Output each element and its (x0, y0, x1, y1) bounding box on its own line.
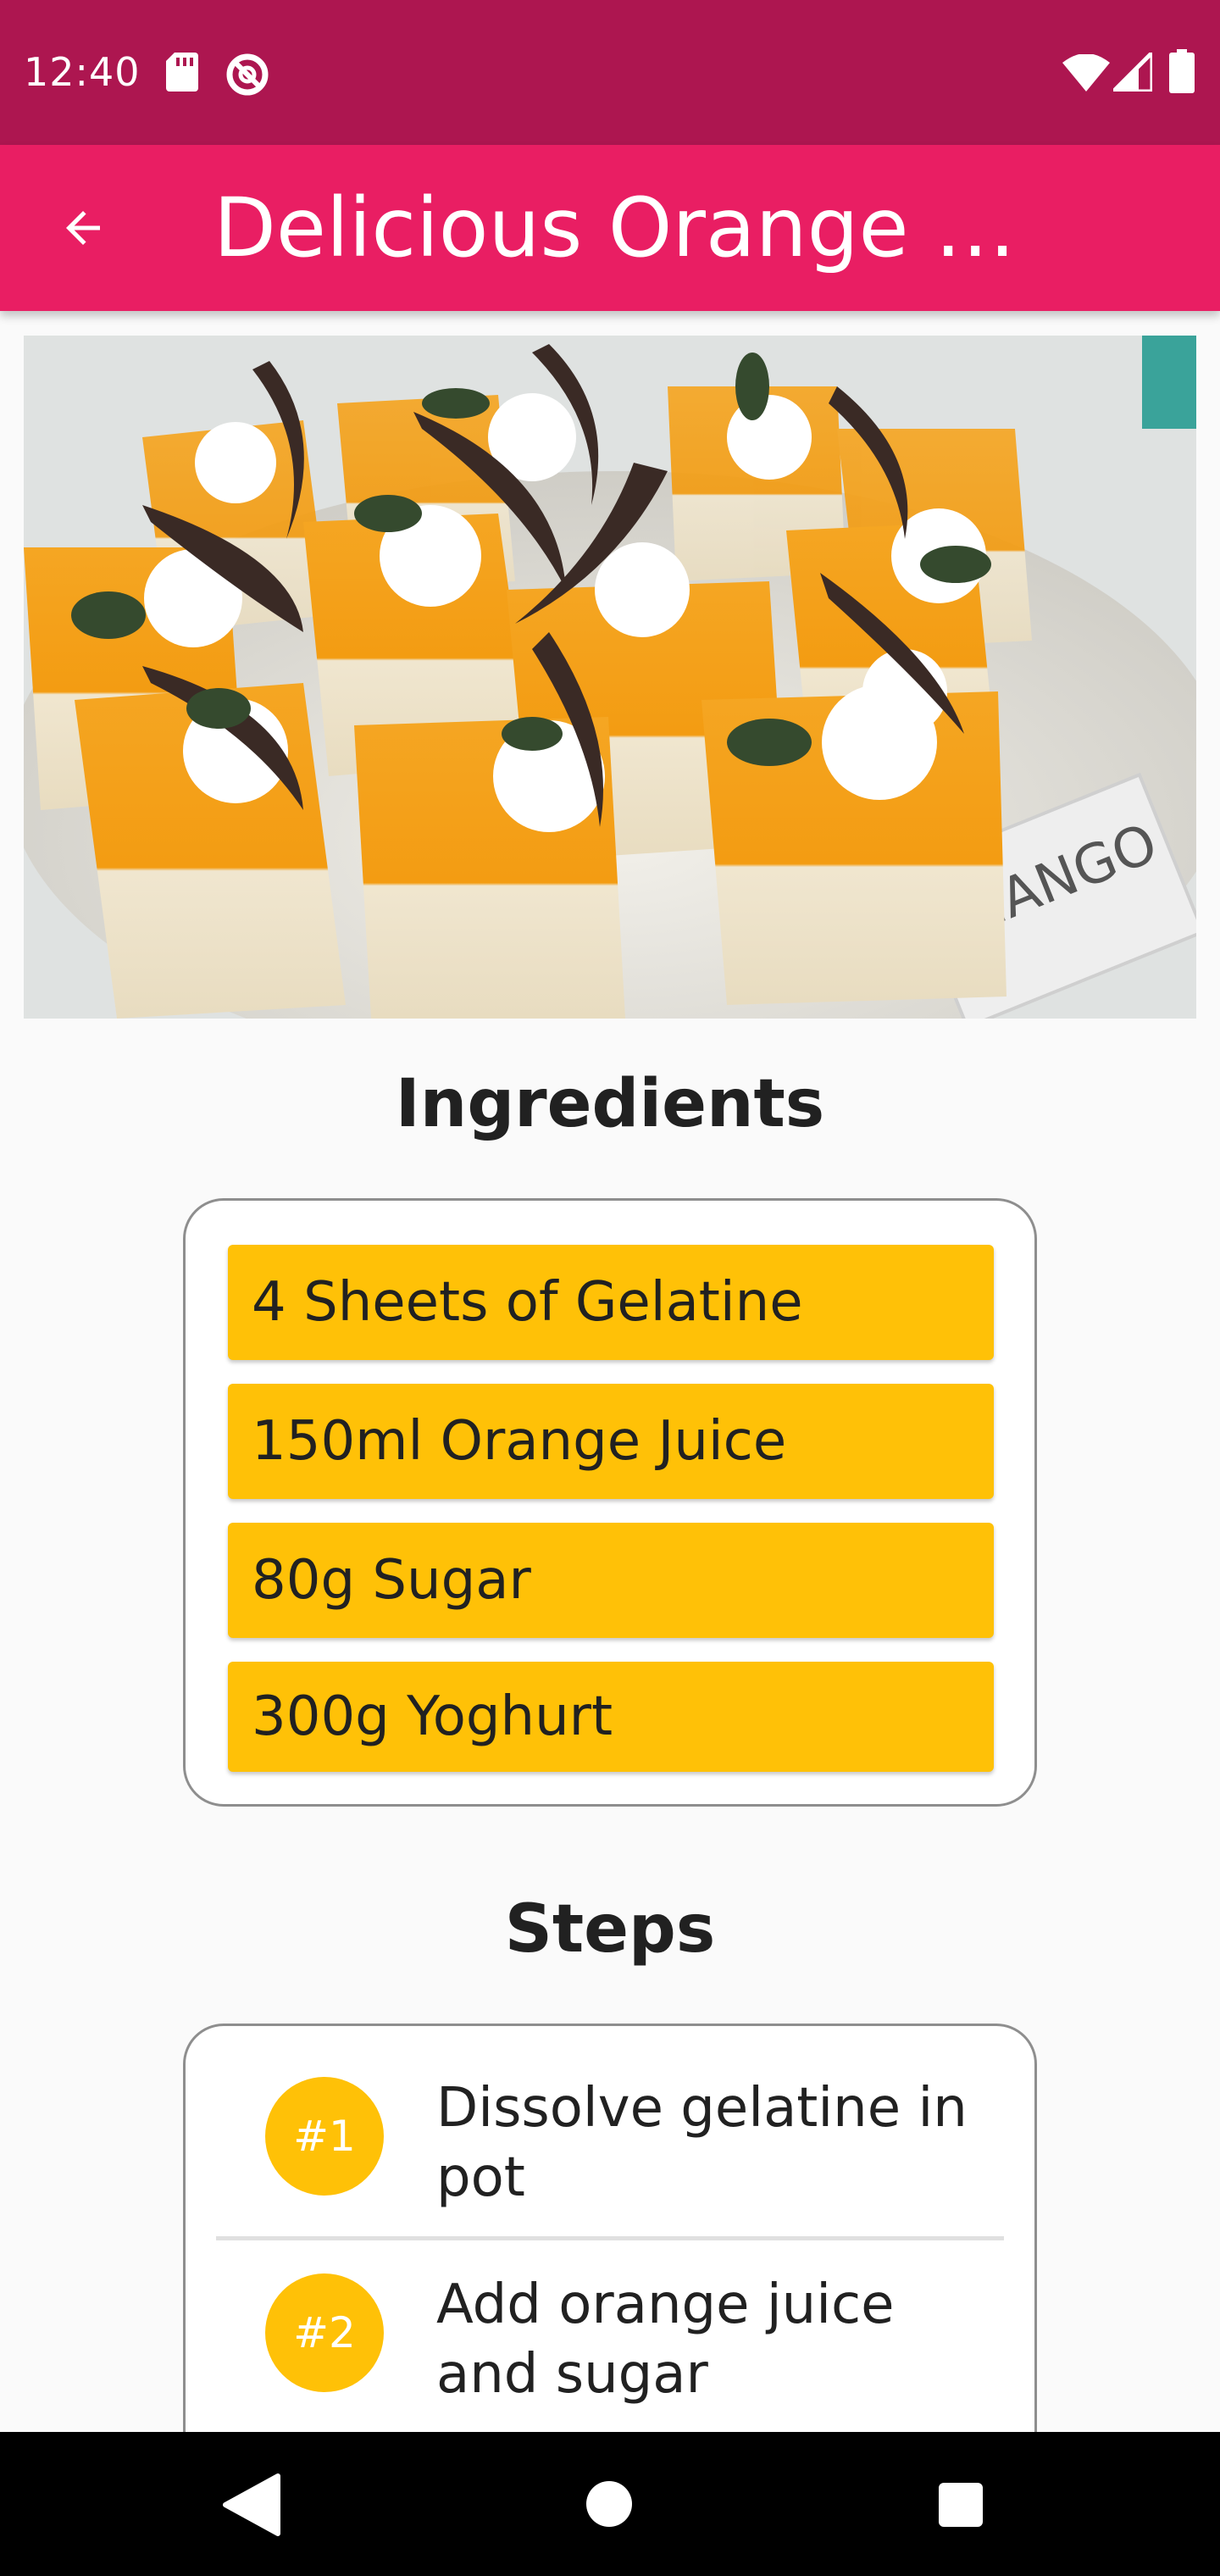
status-time: 12:40 (24, 49, 141, 95)
nav-back-icon[interactable] (222, 2473, 281, 2537)
battery-icon (1169, 49, 1195, 93)
step-number-badge: #2 (265, 2273, 384, 2392)
app-bar: Delicious Orange … (0, 145, 1220, 311)
nav-home-icon[interactable] (586, 2481, 632, 2527)
arrow-back-icon (66, 211, 100, 245)
ingredient-item: 150ml Orange Juice (228, 1384, 994, 1499)
status-bar: 12:40 (0, 0, 1220, 145)
ingredient-item: 4 Sheets of Gelatine (228, 1245, 994, 1360)
signal-icon (1113, 53, 1152, 92)
system-nav-bar (0, 2432, 1220, 2576)
ingredients-heading: Ingredients (395, 1066, 825, 1142)
step-item: #2 Add orange juice and sugar (216, 2223, 1004, 2418)
step-number-badge: #1 (265, 2077, 384, 2196)
ingredient-item: 300g Yoghurt (228, 1662, 994, 1772)
steps-heading: Steps (504, 1891, 716, 1968)
sd-card-icon (166, 53, 198, 92)
nav-recents-icon[interactable] (939, 2483, 983, 2527)
page-title: Delicious Orange … (214, 180, 1017, 275)
wifi-icon (1062, 54, 1110, 92)
back-button[interactable] (42, 187, 124, 269)
recipe-image: MANGO (24, 336, 1196, 1019)
dessert-illustration: MANGO (24, 336, 1196, 1019)
ingredients-list: 4 Sheets of Gelatine 150ml Orange Juice … (183, 1198, 1037, 1807)
ingredient-item: 80g Sugar (228, 1523, 994, 1638)
step-item: #1 Dissolve gelatine in pot (216, 2026, 1004, 2221)
step-text: Add orange juice and sugar (436, 2273, 895, 2406)
step-text: Dissolve gelatine in pot (436, 2077, 968, 2209)
do-not-disturb-icon (226, 53, 269, 96)
